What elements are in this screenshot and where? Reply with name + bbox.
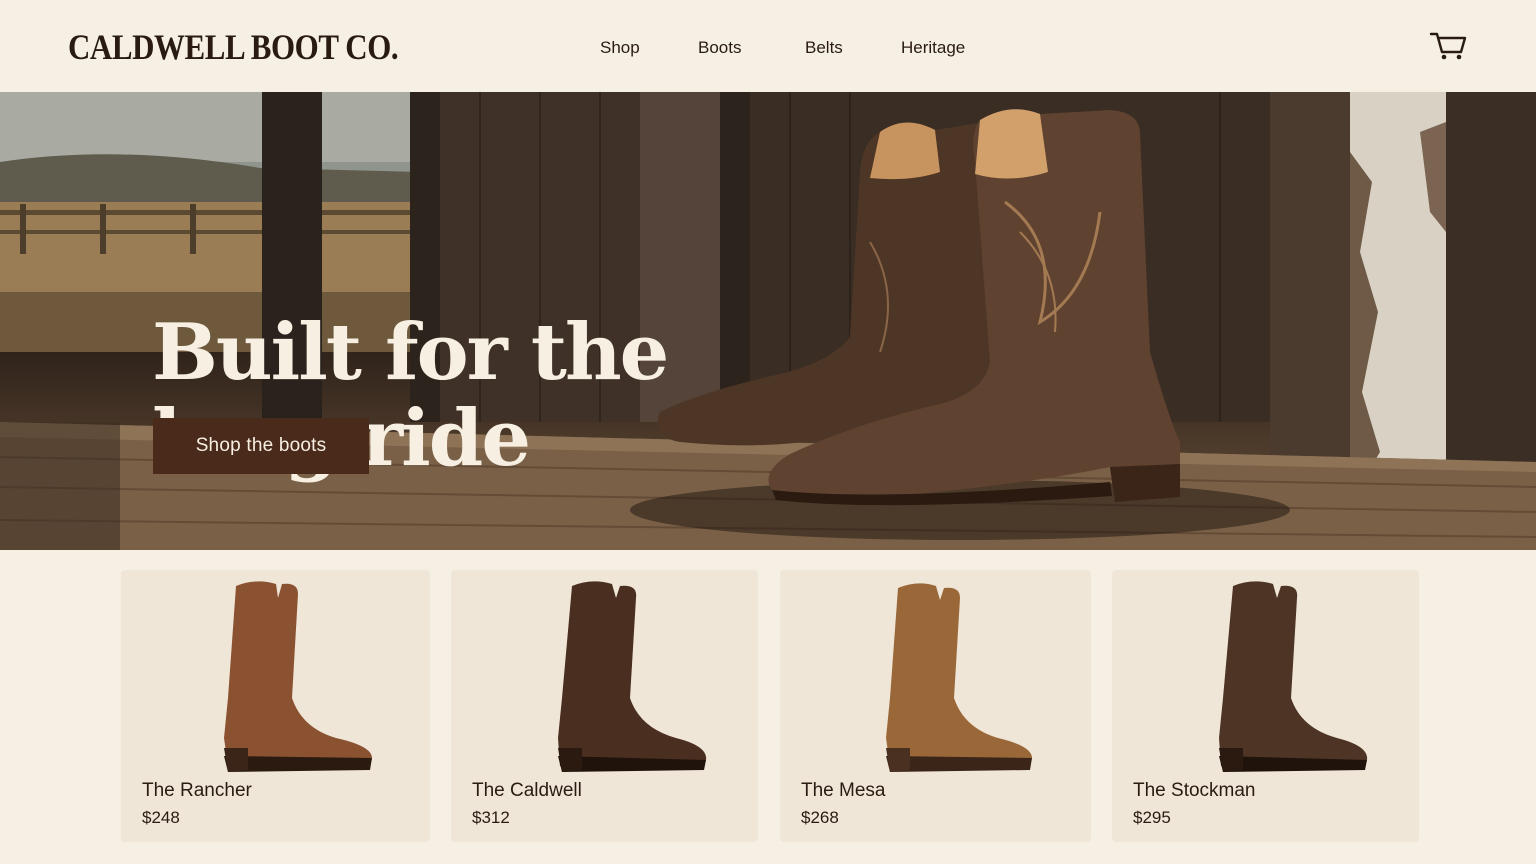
- product-name: The Stockman: [1133, 780, 1256, 801]
- product-image-mesa: [885, 583, 1032, 772]
- product-card-caldwell[interactable]: The Caldwell $312: [451, 570, 758, 842]
- product-image-caldwell: [557, 581, 706, 772]
- product-image-rancher: [223, 581, 372, 772]
- nav-item-boots[interactable]: Boots: [698, 38, 741, 58]
- product-image-stockman: [1218, 581, 1367, 772]
- hero-banner: Built for the long ride: [0, 92, 1536, 550]
- nav-item-belts[interactable]: Belts: [805, 38, 843, 58]
- product-price: $268: [801, 808, 839, 827]
- nav-item-heritage[interactable]: Heritage: [901, 38, 965, 58]
- shop-the-boots-button[interactable]: Shop the boots: [153, 418, 369, 474]
- nav-item-shop[interactable]: Shop: [600, 38, 640, 58]
- product-price: $295: [1133, 808, 1171, 827]
- product-name: The Caldwell: [472, 780, 582, 801]
- product-name: The Mesa: [801, 780, 886, 801]
- product-price: $312: [472, 808, 510, 827]
- product-card-rancher[interactable]: The Rancher $248: [121, 570, 430, 842]
- cart-icon[interactable]: [1428, 28, 1468, 62]
- site-header: CALDWELL BOOT CO. Shop Boots Belts Herit…: [0, 0, 1536, 92]
- main-nav: Shop Boots Belts Heritage: [0, 38, 1536, 62]
- product-card-mesa[interactable]: The Mesa $268: [780, 570, 1091, 842]
- product-name: The Rancher: [142, 780, 252, 801]
- product-card-stockman[interactable]: The Stockman $295: [1112, 570, 1419, 842]
- product-price: $248: [142, 808, 180, 827]
- hero-title-line-1: Built for the: [152, 307, 669, 398]
